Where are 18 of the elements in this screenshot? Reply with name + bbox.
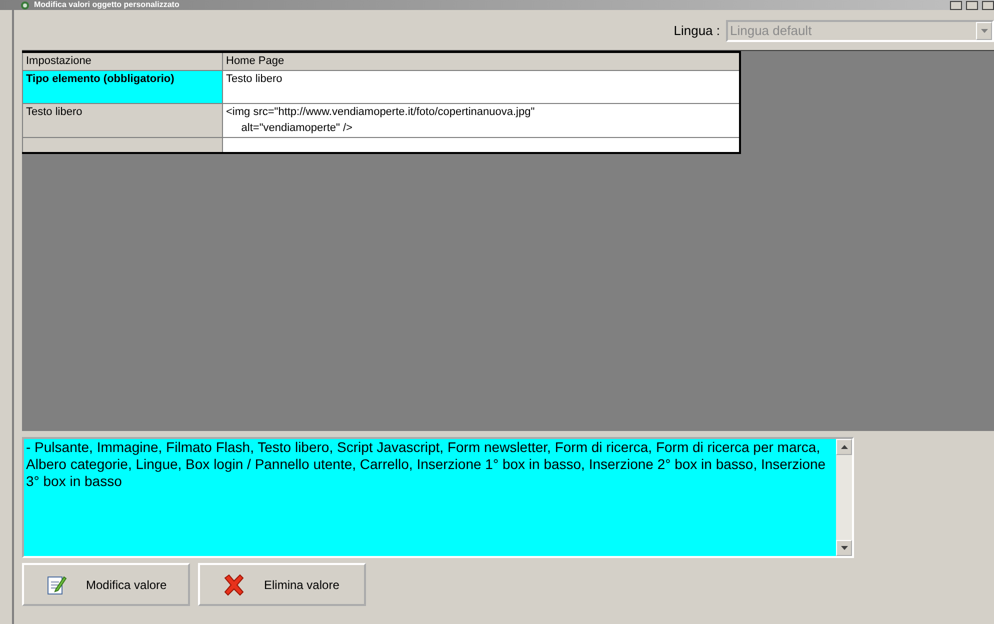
window-title: Modifica valori oggetto personalizzato: [34, 0, 180, 10]
column-header[interactable]: Impostazione: [22, 52, 222, 70]
row-header-cell[interactable]: [22, 137, 222, 153]
cross-icon: [222, 572, 246, 596]
row-header-cell[interactable]: Testo libero: [22, 103, 222, 137]
minimize-button[interactable]: [950, 0, 962, 10]
description-box: - Pulsante, Immagine, Filmato Flash, Testo libero, Script Javascript, Form newsletter, Form di ricerca, Form di ricerca per marca, Albero categorie, Lingue, Box login / Pannello utente, Carrello, Inserzione 1° box in basso, Inserzione 2° box in basso, Inserzione 3° box in basso: [22, 437, 854, 558]
scroll-down-icon[interactable]: [836, 540, 852, 556]
scroll-up-icon[interactable]: [836, 439, 852, 455]
row-header-cell[interactable]: Tipo elemento (obbligatorio): [22, 70, 222, 103]
app-icon: [20, 0, 30, 10]
notepad-pencil-icon: [46, 574, 68, 596]
close-button[interactable]: [982, 0, 994, 10]
delete-button[interactable]: Elimina valore: [198, 563, 366, 606]
maximize-button[interactable]: [966, 0, 978, 10]
edit-button[interactable]: Modifica valore: [22, 563, 190, 606]
language-label: Lingua :: [674, 22, 720, 40]
column-header[interactable]: Home Page: [222, 52, 740, 70]
